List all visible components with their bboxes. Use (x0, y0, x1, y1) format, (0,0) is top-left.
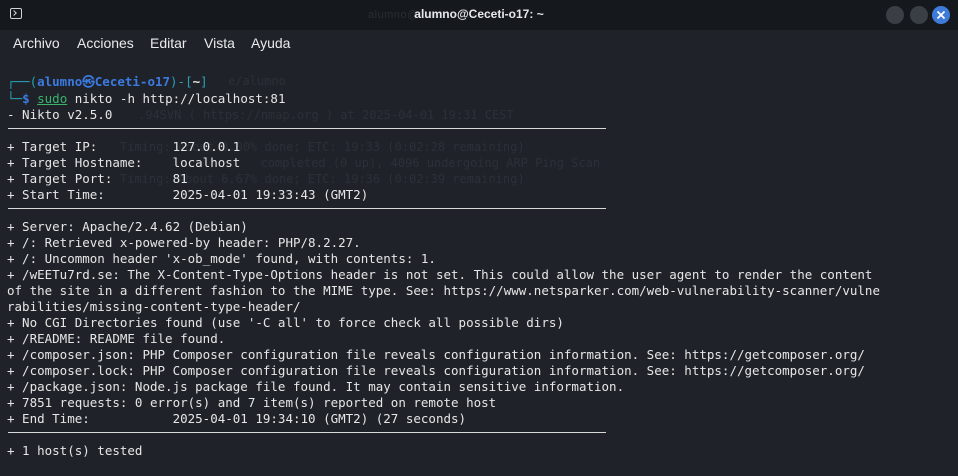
target-line: + Start Time: 2025-04-01 19:33:43 (GMT2) (7, 187, 369, 202)
target-line: + Target IP: 127.0.0.1 (7, 139, 241, 154)
result-line: + /wEETu7rd.se: The X-Content-Type-Optio… (7, 267, 873, 282)
result-line: + /README: README file found. (7, 331, 226, 346)
result-line: + /composer.lock: PHP Composer configura… (7, 363, 865, 378)
result-line: + End Time: 2025-04-01 19:34:10 (GMT2) (… (7, 411, 467, 426)
maximize-button[interactable] (910, 6, 928, 24)
prompt-user-host: alumno㉿Ceceti-o17 (37, 74, 171, 89)
result-line: + No CGI Directories found (use '-C all'… (7, 315, 564, 330)
menu-editar[interactable]: Editar (150, 35, 187, 51)
terminal-window: alumno@Ceceti-o17: ~ alumno@Ceceti-o17: … (0, 0, 958, 476)
prompt-dollar: $ (22, 91, 38, 106)
menu-acciones[interactable]: Acciones (77, 35, 134, 51)
title-bar[interactable]: alumno@Ceceti-o17: ~ alumno@Ceceti-o17: … (0, 0, 958, 30)
result-line: rabilities/missing-content-type-header/ (7, 299, 301, 314)
result-line: of the site in a different fashion to th… (7, 283, 880, 298)
result-line: + 7851 requests: 0 error(s) and 7 item(s… (7, 395, 497, 410)
menu-bar: Archivo Acciones Editar Vista Ayuda (0, 30, 958, 56)
summary-line: + 1 host(s) tested (7, 443, 143, 458)
menu-vista[interactable]: Vista (204, 35, 235, 51)
result-line: + /: Retrieved x-powered-by header: PHP/… (7, 235, 361, 250)
prompt-prefix: ┌──( (7, 74, 38, 89)
result-line: + /: Uncommon header 'x-ob_mode' found, … (7, 251, 436, 266)
result-line: + Server: Apache/2.4.62 (Debian) (7, 219, 248, 234)
minimize-button[interactable] (886, 6, 904, 24)
prompt-dir: ~ (192, 74, 201, 89)
close-icon (936, 10, 946, 20)
prompt-bottom: └─$ sudo nikto -h http://localhost:81 (7, 91, 285, 107)
terminal-output[interactable]: e/alumno .94SVN ( https://nmap.org ) at … (0, 56, 958, 476)
ghost-line: .94SVN ( https://nmap.org ) at 2025-04-0… (138, 108, 514, 122)
command-sudo: sudo (37, 91, 68, 106)
command-text: nikto -h http://localhost:81 (67, 91, 286, 106)
window-title: alumno@Ceceti-o17: ~ (414, 7, 544, 21)
ghost-line: e/alumno (228, 74, 286, 88)
menu-archivo[interactable]: Archivo (13, 35, 60, 51)
target-line: + Target Port: 81 (7, 171, 188, 186)
prompt-corner: └─ (7, 91, 23, 106)
divider (8, 128, 606, 129)
prompt-top: ┌──(alumno㉿Ceceti-o17)-[~] (7, 74, 208, 90)
divider (8, 432, 606, 433)
result-line: + /composer.json: PHP Composer configura… (7, 347, 865, 362)
ghost-line: completed (0 up), 4096 undergoing ARP Pi… (210, 156, 601, 170)
menu-ayuda[interactable]: Ayuda (251, 35, 290, 51)
result-line: + /package.json: Node.js package file fo… (7, 379, 625, 394)
divider (8, 208, 606, 209)
target-line: + Target Hostname: localhost (7, 155, 241, 170)
prompt-suffix: ] (200, 74, 208, 89)
prompt-middle: )-[ (170, 74, 193, 89)
close-button[interactable] (932, 6, 950, 24)
nikto-version: - Nikto v2.5.0 (7, 107, 113, 122)
